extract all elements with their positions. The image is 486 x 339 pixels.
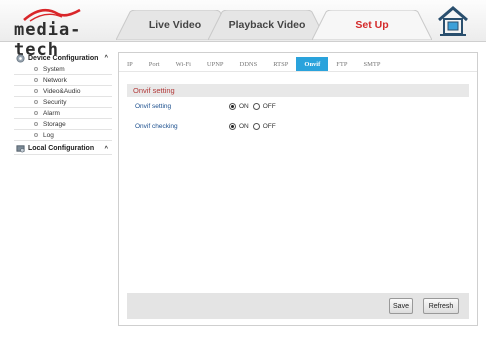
device-configuration-label: Device Configuration	[28, 54, 99, 62]
bullet-icon	[34, 111, 38, 115]
bullet-icon	[34, 89, 38, 93]
onvif-checking-off-radio[interactable]	[252, 122, 260, 130]
sidebar-item-network[interactable]: Network	[14, 75, 112, 86]
home-icon	[438, 6, 468, 36]
onvif-setting-on-radio[interactable]	[229, 102, 236, 110]
nav-live-label: Live Video	[148, 19, 202, 31]
nav-playback-label: Playback Video	[228, 19, 306, 31]
nav-setup-label: Set Up	[355, 19, 389, 31]
sidebar-device-configuration[interactable]: Device Configuration ^	[14, 52, 112, 64]
sidebar-item-alarm[interactable]: Alarm	[14, 108, 112, 119]
bullet-icon	[34, 100, 38, 104]
on-label: ON	[239, 122, 249, 130]
tab-ftp[interactable]: FTP	[328, 57, 355, 71]
on-label: ON	[239, 102, 249, 110]
sidebar-item-video-audio[interactable]: Video&Audio	[14, 86, 112, 97]
tab-onvif[interactable]: Onvif	[296, 57, 329, 71]
onvif-setting-label: Onvif setting	[135, 102, 172, 110]
tab-wifi[interactable]: Wi-Fi	[168, 57, 199, 71]
bullet-icon	[34, 67, 38, 71]
sidebar-item-label: System	[43, 65, 65, 73]
action-bar: Save Refresh	[127, 293, 469, 319]
settings-content-panel: IP Port Wi-Fi UPNP DDNS RTSP Onvif FTP S…	[118, 52, 478, 326]
onvif-setting-off-radio[interactable]	[252, 102, 260, 110]
local-configuration-label: Local Configuration	[28, 145, 95, 152]
sidebar-item-label: Network	[43, 76, 67, 84]
onvif-setting-row: Onvif setting ON OFF	[135, 101, 435, 111]
off-label: OFF	[262, 122, 276, 130]
top-header: media-tech Live Video Playback Video Set…	[0, 0, 486, 60]
sidebar-item-label: Video&Audio	[43, 87, 81, 95]
onvif-checking-row: Onvif checking ON OFF	[135, 121, 435, 131]
collapse-caret-icon[interactable]: ^	[104, 55, 108, 61]
home-button[interactable]	[436, 5, 470, 37]
sidebar-item-label: Log	[43, 131, 54, 139]
onvif-checking-label: Onvif checking	[135, 122, 178, 130]
nav-tab-set-up[interactable]: Set Up	[312, 10, 432, 40]
tab-ip[interactable]: IP	[119, 57, 141, 71]
bullet-icon	[34, 122, 38, 126]
local-config-icon	[16, 145, 25, 153]
gear-icon	[16, 53, 25, 63]
tab-ddns[interactable]: DDNS	[232, 57, 266, 71]
nav-tab-playback-video[interactable]: Playback Video	[208, 10, 326, 40]
tab-rtsp[interactable]: RTSP	[265, 57, 296, 71]
brand-logo: media-tech	[14, 6, 124, 60]
refresh-button[interactable]: Refresh	[423, 298, 459, 314]
subtab-bar: IP Port Wi-Fi UPNP DDNS RTSP Onvif FTP S…	[119, 57, 388, 71]
sidebar-item-label: Storage	[43, 120, 66, 128]
sidebar-item-system[interactable]: System	[14, 64, 112, 75]
section-header: Onvif setting	[127, 84, 469, 97]
subtab-divider	[119, 71, 477, 72]
tab-smtp[interactable]: SMTP	[356, 57, 389, 71]
tab-upnp[interactable]: UPNP	[199, 57, 232, 71]
sidebar-item-storage[interactable]: Storage	[14, 119, 112, 130]
sidebar-item-label: Alarm	[43, 109, 60, 117]
sidebar-item-log[interactable]: Log	[14, 130, 112, 141]
off-label: OFF	[262, 102, 276, 110]
tab-port[interactable]: Port	[141, 57, 168, 71]
sidebar-local-configuration[interactable]: Local Configuration ^	[14, 143, 112, 155]
settings-sidebar: Device Configuration ^ System Network Vi…	[14, 52, 112, 155]
collapse-caret-icon[interactable]: ^	[104, 146, 108, 152]
onvif-checking-on-radio[interactable]	[229, 122, 236, 130]
bullet-icon	[34, 133, 38, 137]
save-button[interactable]: Save	[389, 298, 413, 314]
sidebar-item-security[interactable]: Security	[14, 97, 112, 108]
sidebar-item-label: Security	[43, 98, 67, 106]
bullet-icon	[34, 78, 38, 82]
